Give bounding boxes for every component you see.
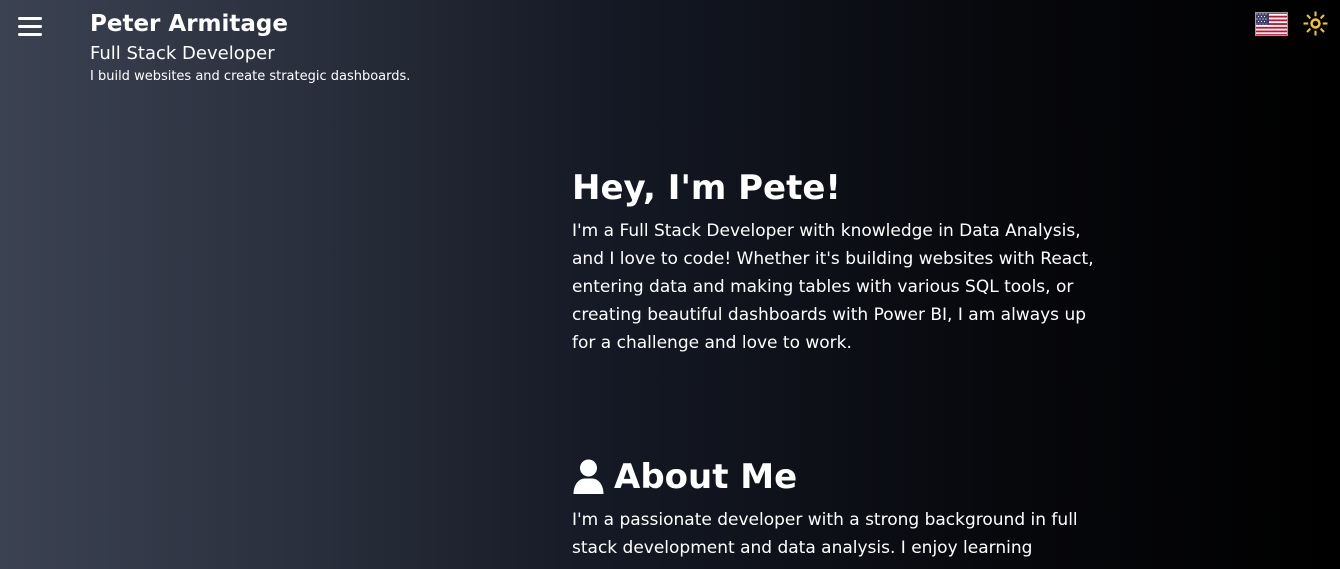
- site-role: Full Stack Developer: [90, 43, 275, 64]
- hamburger-menu-icon[interactable]: [18, 17, 42, 37]
- about-title: About Me: [614, 457, 798, 497]
- site-name: Peter Armitage: [90, 11, 288, 37]
- hero-section: Hey, I'm Pete! I'm a Full Stack Develope…: [572, 166, 1112, 357]
- hero-title: Hey, I'm Pete!: [572, 168, 841, 208]
- user-icon: [572, 459, 605, 495]
- site-header: Peter Armitage Full Stack Developer I bu…: [90, 9, 410, 86]
- about-heading: About Me: [572, 455, 1112, 499]
- us-flag-icon[interactable]: [1255, 11, 1288, 40]
- hero-text: I'm a Full Stack Developer with knowledg…: [572, 221, 1094, 353]
- main-content: Hey, I'm Pete! I'm a Full Stack Develope…: [572, 166, 1112, 562]
- about-section: About Me I'm a passionate developer with…: [572, 455, 1112, 562]
- header-controls: [1255, 11, 1328, 40]
- about-text: I'm a passionate developer with a strong…: [572, 510, 1078, 558]
- sun-icon[interactable]: [1303, 11, 1328, 40]
- site-tagline: I build websites and create strategic da…: [90, 69, 411, 84]
